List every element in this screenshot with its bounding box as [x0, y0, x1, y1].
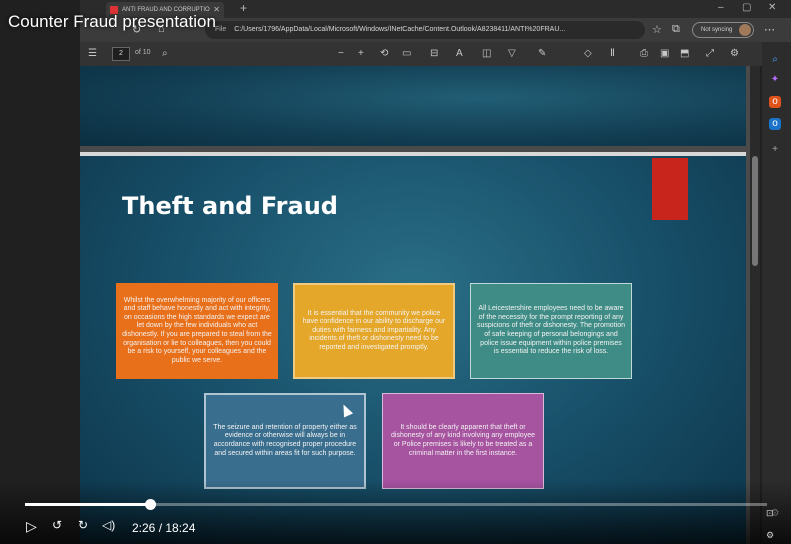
- video-progress-bar[interactable]: [25, 499, 767, 510]
- zoom-out-icon[interactable]: −: [338, 48, 344, 59]
- more-menu-icon[interactable]: ⋯: [764, 23, 775, 36]
- previous-slide: [80, 66, 746, 146]
- search-icon[interactable]: ⌕: [162, 48, 168, 59]
- contents-icon[interactable]: ☰: [88, 48, 97, 59]
- shopping-icon[interactable]: ✦: [769, 74, 781, 86]
- url-text: C:/Users/1796/AppData/Local/Microsoft/Wi…: [234, 26, 566, 33]
- video-controls-shade: [0, 480, 791, 544]
- red-accent-tab: [652, 158, 688, 220]
- immersive-reader-icon[interactable]: ◫: [482, 48, 491, 59]
- erase-icon[interactable]: ◇: [584, 48, 592, 59]
- close-window-icon[interactable]: ✕: [768, 2, 776, 13]
- progress-fill: [25, 503, 150, 506]
- zoom-in-icon[interactable]: +: [358, 48, 364, 59]
- text-box-purple: It should be clearly apparent that theft…: [382, 393, 544, 489]
- page-number-input[interactable]: 2: [112, 47, 130, 61]
- video-time: 2:26 / 18:24: [132, 521, 196, 535]
- video-settings-icon[interactable]: ⚙: [766, 530, 774, 541]
- rewind-10-icon[interactable]: ↺: [52, 518, 62, 532]
- outlook-icon[interactable]: o: [769, 118, 781, 130]
- progress-knob[interactable]: [144, 499, 156, 510]
- file-scheme-chip: File: [215, 26, 227, 33]
- forward-10-icon[interactable]: ↻: [78, 518, 88, 532]
- fullscreen-icon[interactable]: ⤢: [706, 48, 714, 59]
- url-field[interactable]: File C:/Users/1796/AppData/Local/Microso…: [205, 21, 645, 39]
- collections-icon[interactable]: ⧉: [672, 23, 680, 36]
- sync-label: Not syncing: [701, 27, 733, 33]
- page-view-icon[interactable]: ⊟: [430, 48, 438, 59]
- settings-gear-icon[interactable]: ⚙: [730, 48, 739, 59]
- highlight-icon[interactable]: ✎: [538, 48, 546, 59]
- profile-sync-button[interactable]: Not syncing: [692, 22, 754, 38]
- video-title: Counter Fraud presentation: [8, 12, 216, 31]
- pdf-toolbar: ☰ 2 of 10 ⌕ − + ⟲ ▭ ⊟ A ◫ ▽ ✎ ◇ Ⅱ ⎙ ▣ ⬒ …: [80, 42, 791, 66]
- text-box-yellow: It is essential that the community we po…: [293, 283, 455, 379]
- save-as-icon[interactable]: ⬒: [680, 48, 689, 59]
- volume-icon[interactable]: ◁): [102, 518, 115, 532]
- avatar: [739, 24, 751, 36]
- captions-icon[interactable]: ⊡: [766, 508, 774, 519]
- save-icon[interactable]: ▣: [660, 48, 669, 59]
- search-sidebar-icon[interactable]: ⌕: [769, 54, 781, 66]
- draw-icon[interactable]: ▽: [508, 48, 516, 59]
- page-total: of 10: [135, 49, 151, 56]
- pdf-scrollbar[interactable]: [750, 66, 760, 544]
- print-icon[interactable]: ⎙: [640, 48, 648, 59]
- office-icon[interactable]: o: [769, 96, 781, 108]
- slide-title: Theft and Fraud: [122, 192, 338, 220]
- read-aloud-icon[interactable]: A: [456, 48, 463, 59]
- video-frame: ANTI FRAUD AND CORRUPTIO ✕ + – ▢ ✕ ↻ ⌂ F…: [0, 0, 791, 544]
- favorite-star-icon[interactable]: ☆: [652, 23, 662, 36]
- add-text-icon[interactable]: Ⅱ: [610, 48, 615, 59]
- edge-sidebar: ⌕ ✦ o o + ⚙: [762, 42, 791, 544]
- play-icon[interactable]: ▷: [26, 518, 37, 535]
- fit-page-icon[interactable]: ▭: [402, 48, 411, 59]
- minimize-icon[interactable]: –: [718, 2, 724, 13]
- new-tab-icon[interactable]: +: [240, 1, 247, 15]
- add-sidebar-icon[interactable]: +: [769, 144, 781, 156]
- text-box-orange: Whilst the overwhelming majority of our …: [116, 283, 278, 379]
- rotate-icon[interactable]: ⟲: [380, 48, 388, 59]
- scrollbar-thumb[interactable]: [752, 156, 758, 266]
- pdf-document-area: Theft and Fraud Whilst the overwhelming …: [80, 66, 756, 544]
- restore-icon[interactable]: ▢: [742, 2, 751, 13]
- text-box-teal: All Leicestershire employees need to be …: [470, 283, 632, 379]
